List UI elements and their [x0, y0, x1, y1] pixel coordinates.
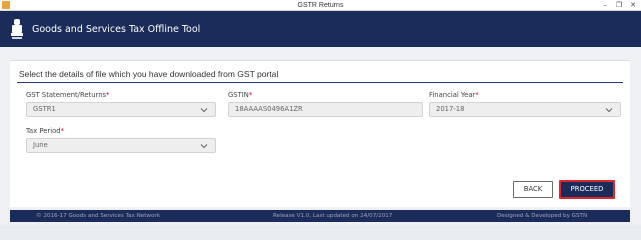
- required-marker: *: [60, 127, 64, 135]
- form-panel: Select the details of file which you hav…: [10, 60, 630, 207]
- subtitle-divider: [17, 82, 623, 83]
- year-value: 2017-18: [436, 105, 465, 113]
- app-window: GSTR Returns – ❐ ✕ Goods and Services Ta…: [0, 0, 641, 225]
- window-titlebar: GSTR Returns – ❐ ✕: [0, 0, 641, 11]
- gstin-value: 18AAAAS0496A1ZR: [235, 105, 303, 113]
- period-value: June: [33, 141, 48, 149]
- gstin-label: GSTIN*: [228, 91, 252, 99]
- app-footer: © 2016-17 Goods and Services Tax Network…: [10, 210, 630, 222]
- footer-copyright: © 2016-17 Goods and Services Tax Network: [36, 213, 160, 219]
- required-marker: *: [475, 91, 479, 99]
- close-icon[interactable]: ✕: [629, 0, 637, 11]
- year-label: Financial Year*: [429, 91, 479, 99]
- maximize-icon[interactable]: ❐: [615, 0, 623, 11]
- app-brand-title: Goods and Services Tax Offline Tool: [32, 23, 201, 35]
- footer-credit: Designed & Developed by GSTN: [497, 213, 588, 219]
- footer-release: Release V1.0, Last updated on 24/07/2017: [273, 213, 393, 219]
- period-label: Tax Period*: [26, 127, 64, 135]
- year-label-text: Financial Year: [429, 91, 476, 99]
- chevron-down-icon: [605, 108, 613, 113]
- proceed-button[interactable]: PROCEED: [559, 180, 615, 199]
- statement-label: GST Statement/Returns*: [26, 91, 109, 99]
- period-select[interactable]: June: [26, 138, 216, 153]
- window-title: GSTR Returns: [297, 2, 344, 9]
- form-subtitle: Select the details of file which you hav…: [19, 69, 279, 79]
- statement-value: GSTR1: [33, 105, 56, 113]
- chevron-down-icon: [200, 144, 208, 149]
- state-emblem-icon: [11, 19, 23, 39]
- chevron-down-icon: [200, 108, 208, 113]
- required-marker: *: [248, 91, 253, 99]
- statement-label-text: GST Statement/Returns: [26, 91, 107, 99]
- period-label-text: Tax Period: [26, 127, 61, 135]
- app-header: Goods and Services Tax Offline Tool: [0, 11, 641, 47]
- gstin-label-text: GSTIN: [228, 91, 249, 99]
- statement-select[interactable]: GSTR1: [26, 102, 216, 117]
- required-marker: *: [106, 91, 110, 99]
- window-controls: – ❐ ✕: [601, 0, 637, 11]
- gstin-input[interactable]: 18AAAAS0496A1ZR: [228, 102, 423, 117]
- minimize-icon[interactable]: –: [601, 0, 609, 11]
- back-button[interactable]: BACK: [513, 181, 553, 198]
- year-select[interactable]: 2017-18: [429, 102, 621, 117]
